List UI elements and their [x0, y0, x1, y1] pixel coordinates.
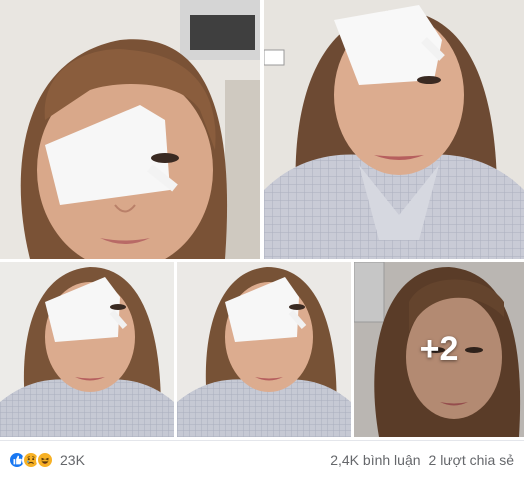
photo-5-more[interactable]: +2 [354, 262, 524, 437]
photo-1[interactable] [0, 0, 260, 259]
photo-2-image [264, 0, 524, 259]
post-footer: 23K 2,4K bình luận 2 lượt chia sẻ [0, 440, 524, 479]
photo-gallery: +2 [0, 0, 524, 437]
photo-3-image [0, 262, 174, 437]
photo-4-image [177, 262, 351, 437]
reaction-count: 23K [60, 452, 85, 468]
photo-4[interactable] [177, 262, 351, 437]
post-stats: 2,4K bình luận 2 lượt chia sẻ [330, 452, 514, 468]
photo-1-image [0, 0, 260, 259]
more-photos-count: +2 [419, 330, 459, 368]
haha-icon [36, 451, 54, 469]
reaction-icons [8, 451, 54, 469]
photo-2[interactable] [264, 0, 524, 259]
shares-count-link[interactable]: 2 lượt chia sẻ [429, 452, 514, 468]
reactions-summary[interactable]: 23K [8, 451, 85, 469]
photo-3[interactable] [0, 262, 174, 437]
more-photos-overlay[interactable]: +2 [354, 262, 524, 437]
comments-count-link[interactable]: 2,4K bình luận [330, 452, 420, 468]
